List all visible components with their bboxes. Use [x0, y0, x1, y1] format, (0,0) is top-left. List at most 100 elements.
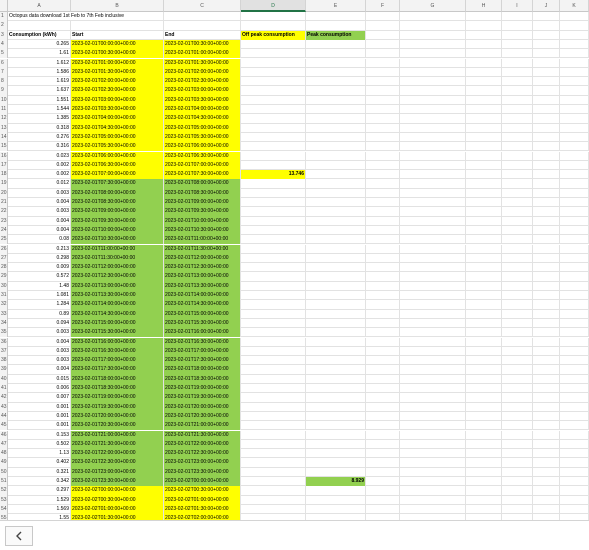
empty-cell[interactable]	[400, 105, 466, 115]
empty-cell[interactable]	[241, 356, 306, 366]
empty-cell[interactable]	[241, 346, 306, 357]
row-header[interactable]: 11	[0, 105, 8, 115]
empty-cell[interactable]	[366, 467, 400, 477]
empty-cell[interactable]	[533, 374, 560, 384]
empty-cell[interactable]	[533, 328, 560, 338]
row-header[interactable]: 10	[0, 95, 8, 105]
empty-cell[interactable]	[466, 179, 502, 189]
empty-cell[interactable]	[400, 151, 466, 161]
empty-cell[interactable]	[533, 263, 560, 273]
empty-cell[interactable]	[366, 198, 400, 208]
end-cell[interactable]: 2023-02-01T13:30:00+00:00	[164, 281, 241, 291]
empty-cell[interactable]	[560, 393, 589, 403]
start-cell[interactable]: 2023-02-01T14:00:00+00:00	[71, 300, 164, 310]
empty-cell[interactable]	[306, 114, 366, 124]
start-cell[interactable]: 2023-02-01T12:00:00+00:00	[71, 263, 164, 273]
row-header[interactable]: 33	[0, 309, 8, 319]
empty-cell[interactable]	[400, 467, 466, 477]
empty-cell[interactable]	[466, 151, 502, 161]
end-cell[interactable]: 2023-02-01T20:00:00+00:00	[164, 402, 241, 412]
empty-cell[interactable]	[560, 495, 589, 505]
empty-cell[interactable]	[502, 300, 533, 310]
empty-cell[interactable]	[502, 30, 533, 40]
empty-cell[interactable]	[306, 12, 366, 22]
empty-cell[interactable]	[502, 263, 533, 273]
empty-cell[interactable]	[466, 272, 502, 282]
start-cell[interactable]: 2023-02-01T01:00:00+00:00	[71, 58, 164, 68]
empty-cell[interactable]	[533, 21, 560, 31]
empty-cell[interactable]	[400, 458, 466, 468]
empty-cell[interactable]	[306, 393, 366, 403]
empty-cell[interactable]	[241, 421, 306, 431]
empty-cell[interactable]	[241, 95, 306, 105]
empty-cell[interactable]	[533, 309, 560, 319]
empty-cell[interactable]	[241, 300, 306, 310]
start-cell[interactable]: 2023-02-01T08:30:00+00:00	[71, 198, 164, 208]
empty-cell[interactable]	[366, 244, 400, 254]
empty-cell[interactable]	[466, 430, 502, 440]
empty-cell[interactable]	[560, 30, 589, 40]
empty-cell[interactable]	[306, 179, 366, 189]
empty-cell[interactable]	[306, 170, 366, 180]
empty-cell[interactable]	[164, 12, 241, 22]
empty-cell[interactable]	[466, 105, 502, 115]
row-header[interactable]: 44	[0, 411, 8, 422]
row-header[interactable]: 3	[0, 30, 8, 40]
empty-cell[interactable]	[366, 374, 400, 384]
end-cell[interactable]: 2023-02-01T14:00:00+00:00	[164, 291, 241, 301]
empty-cell[interactable]	[400, 421, 466, 431]
row-header[interactable]: 30	[0, 281, 8, 291]
empty-cell[interactable]	[400, 21, 466, 31]
empty-cell[interactable]	[502, 439, 533, 450]
empty-cell[interactable]	[306, 356, 366, 366]
start-cell[interactable]: 2023-02-01T00:30:00+00:00	[71, 49, 164, 59]
consumption-cell[interactable]: 0.004	[8, 216, 71, 226]
empty-cell[interactable]	[560, 346, 589, 357]
row-header[interactable]: 23	[0, 216, 8, 226]
empty-cell[interactable]	[560, 114, 589, 124]
empty-cell[interactable]	[560, 216, 589, 226]
empty-cell[interactable]	[306, 495, 366, 505]
empty-cell[interactable]	[502, 114, 533, 124]
empty-cell[interactable]	[306, 318, 366, 329]
row-header[interactable]: 34	[0, 318, 8, 329]
empty-cell[interactable]	[366, 300, 400, 310]
empty-cell[interactable]	[502, 225, 533, 236]
empty-cell[interactable]	[466, 346, 502, 357]
empty-cell[interactable]	[466, 337, 502, 347]
empty-cell[interactable]	[241, 504, 306, 515]
start-cell[interactable]: 2023-02-01T23:30:00+00:00	[71, 477, 164, 487]
empty-cell[interactable]	[241, 291, 306, 301]
empty-cell[interactable]	[400, 67, 466, 78]
consumption-cell[interactable]: 1.586	[8, 67, 71, 78]
row-header[interactable]: 49	[0, 458, 8, 468]
consumption-cell[interactable]: 0.015	[8, 374, 71, 384]
row-header[interactable]: 40	[0, 374, 8, 384]
empty-cell[interactable]	[400, 337, 466, 347]
empty-cell[interactable]	[466, 384, 502, 394]
empty-cell[interactable]	[400, 300, 466, 310]
empty-cell[interactable]	[366, 328, 400, 338]
empty-cell[interactable]	[502, 49, 533, 59]
row-header[interactable]: 24	[0, 225, 8, 236]
empty-cell[interactable]	[366, 384, 400, 394]
row-header[interactable]: 51	[0, 477, 8, 487]
consumption-cell[interactable]: 0.502	[8, 439, 71, 450]
empty-cell[interactable]	[306, 486, 366, 496]
empty-cell[interactable]	[466, 67, 502, 78]
empty-cell[interactable]	[241, 458, 306, 468]
empty-cell[interactable]	[560, 21, 589, 31]
empty-cell[interactable]	[533, 151, 560, 161]
start-cell[interactable]: 2023-02-01T19:00:00+00:00	[71, 393, 164, 403]
start-cell[interactable]: 2023-02-01T23:00:00+00:00	[71, 467, 164, 477]
empty-cell[interactable]	[366, 142, 400, 152]
empty-cell[interactable]	[306, 95, 366, 105]
empty-cell[interactable]	[400, 365, 466, 375]
consumption-cell[interactable]: 0.002	[8, 160, 71, 171]
empty-cell[interactable]	[560, 198, 589, 208]
empty-cell[interactable]	[533, 12, 560, 22]
row-header[interactable]: 53	[0, 495, 8, 505]
empty-cell[interactable]	[466, 486, 502, 496]
empty-cell[interactable]	[400, 123, 466, 133]
empty-cell[interactable]	[241, 374, 306, 384]
